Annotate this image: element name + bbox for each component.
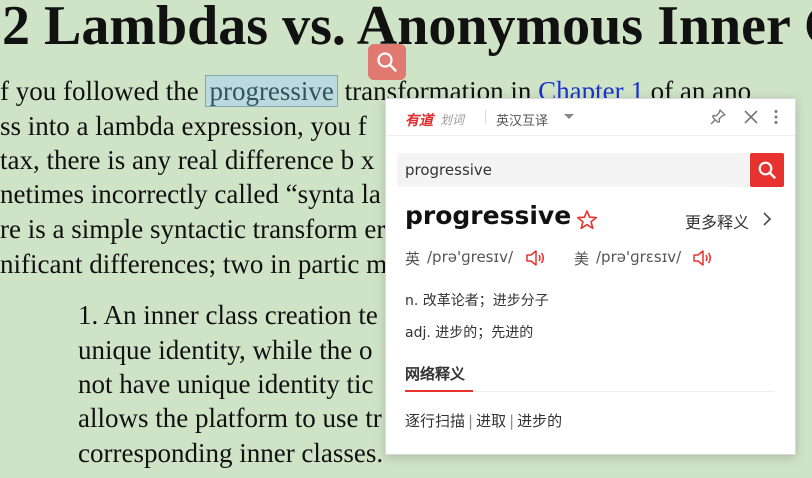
- selected-word[interactable]: progressive: [205, 75, 338, 107]
- lookup-trigger-button[interactable]: [368, 44, 406, 80]
- brand-logo: 有道: [405, 113, 433, 129]
- web-definition-item: 进取: [476, 412, 507, 430]
- paragraph-line: netimes incorrectly called “synta la: [0, 179, 381, 209]
- separator: |: [468, 412, 474, 430]
- page-title: 2 Lambdas vs. Anonymous Inner C: [2, 0, 812, 57]
- close-icon[interactable]: [742, 108, 760, 126]
- list-line: 1. An inner class creation te: [78, 300, 378, 330]
- web-definitions: 逐行扫描 | 进取 | 进步的: [405, 410, 562, 431]
- separator: |: [509, 412, 515, 430]
- headword: progressive: [405, 201, 572, 230]
- web-definition-item: 进步的: [517, 412, 563, 430]
- uk-label: 英: [405, 250, 421, 268]
- heading-underline: [405, 390, 473, 392]
- paragraph-line: re is a simple syntactic transform ere: [0, 214, 398, 244]
- paragraph-line: ss into a lambda expression, you f: [0, 111, 367, 141]
- us-phonetic: /prə'ɡrɛsɪv/: [596, 248, 682, 266]
- star-icon[interactable]: [576, 209, 598, 231]
- us-label: 美: [574, 250, 590, 268]
- popup-header: 有道 划词 英汉互译: [386, 99, 795, 136]
- speaker-icon[interactable]: [691, 248, 713, 268]
- dictionary-popup: 有道 划词 英汉互译 progressive 更多释义 英 /prə: [385, 98, 796, 455]
- pin-icon[interactable]: [709, 108, 727, 126]
- web-definition-item: 逐行扫描: [405, 412, 466, 430]
- speaker-icon[interactable]: [524, 248, 546, 268]
- definition-item: n. 改革论者；进步分子: [405, 293, 549, 309]
- list-line: allows the platform to use tr: [78, 403, 382, 433]
- more-definitions-link[interactable]: 更多释义: [685, 209, 749, 233]
- search-icon: [377, 52, 397, 72]
- brand-subtitle: 划词: [440, 113, 465, 127]
- search-input[interactable]: [397, 153, 749, 187]
- uk-phonetic: /prə'ɡresɪv/: [427, 248, 514, 266]
- paragraph-line: nificant differences; two in partic m: [0, 249, 388, 279]
- mode-select[interactable]: 英汉互译: [496, 110, 548, 129]
- list-line: not have unique identity tic: [78, 369, 374, 399]
- divider: [485, 110, 486, 124]
- web-definitions-heading: 网络释义: [405, 365, 466, 383]
- list-line: corresponding inner classes.: [78, 438, 384, 468]
- list-line: unique identity, while the o: [78, 335, 373, 365]
- definition-item: adj. 进步的；先进的: [405, 325, 534, 341]
- chevron-down-icon[interactable]: [564, 114, 574, 119]
- chevron-right-icon[interactable]: [761, 212, 773, 226]
- search-button[interactable]: [750, 153, 784, 187]
- search-icon: [758, 161, 776, 179]
- more-options-icon[interactable]: [767, 108, 785, 126]
- paragraph-line: tax, there is any real difference b x: [0, 145, 375, 175]
- text-span: f you followed the: [0, 76, 206, 106]
